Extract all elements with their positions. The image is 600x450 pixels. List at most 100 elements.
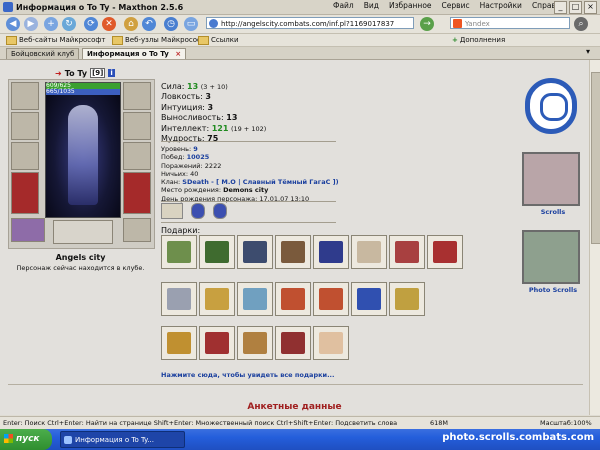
amulet-slot[interactable] <box>123 112 151 140</box>
home-icon[interactable]: ⌂ <box>124 17 138 31</box>
undo-icon[interactable]: ↶ <box>142 17 156 31</box>
cloak-slot[interactable] <box>123 172 151 214</box>
gift-item[interactable] <box>199 235 235 269</box>
favorites-item-ms-sites[interactable]: Веб-сайты Майкрософт <box>6 34 106 46</box>
close-button[interactable]: × <box>584 1 597 14</box>
stat-wisdom: Мудрость: 75 <box>161 134 266 144</box>
stat-value: 3 <box>205 92 211 102</box>
favorites-item-links[interactable]: Ссылки <box>198 34 239 46</box>
menu-settings[interactable]: Настройки <box>480 1 522 10</box>
vertical-scrollbar[interactable] <box>589 60 600 415</box>
info-icon[interactable]: i <box>108 69 115 77</box>
menu-bar: Файл Вид Избранное Сервис Настройки Спра… <box>333 1 565 10</box>
minimize-button[interactable]: _ <box>554 1 567 14</box>
gift-item[interactable] <box>161 326 197 360</box>
history-icon[interactable]: ◷ <box>164 17 178 31</box>
tab-menu-icon[interactable]: ▾ <box>586 47 590 56</box>
forward-icon[interactable]: ▶ <box>24 17 38 31</box>
gift-item[interactable] <box>237 235 273 269</box>
clan-badge-icon[interactable] <box>213 203 227 219</box>
tab-character-info[interactable]: Информация о To Ty × <box>82 48 187 59</box>
gift-item[interactable] <box>351 282 387 316</box>
gift-item[interactable] <box>275 282 311 316</box>
photo-scrolls-banner-icon[interactable] <box>522 230 580 284</box>
gift-icon <box>243 241 267 263</box>
gift-item[interactable] <box>199 282 235 316</box>
favorites-item-label: Ссылки <box>211 36 239 44</box>
menu-file[interactable]: Файл <box>333 1 354 10</box>
menu-favorites[interactable]: Избранное <box>389 1 432 10</box>
boots-slot[interactable] <box>123 218 151 242</box>
scrollbar-thumb[interactable] <box>591 72 600 244</box>
search-go-icon[interactable]: ⌕ <box>574 17 588 31</box>
detail-value: 40 <box>190 169 199 178</box>
armor-slot[interactable] <box>11 172 39 214</box>
details-block: Уровень: 9 Побед: 10025 Поражений: 2222 … <box>161 145 339 203</box>
tab-fight-club[interactable]: Бойцовский клуб <box>6 48 80 59</box>
gift-item[interactable] <box>237 282 273 316</box>
screen-icon[interactable]: ▭ <box>184 17 198 31</box>
gift-icon <box>281 332 305 354</box>
clan-link[interactable]: SDeath - [ М.О | Славный Тёмный ГагаС ]) <box>182 178 338 186</box>
favorites-item-ms-nodes[interactable]: Веб-узлы Майкрософт <box>112 34 207 46</box>
gift-item[interactable] <box>161 282 197 316</box>
gift-item[interactable] <box>237 326 273 360</box>
back-icon[interactable]: ◀ <box>6 17 20 31</box>
go-icon[interactable]: → <box>420 17 434 31</box>
gift-item[interactable] <box>313 326 349 360</box>
gloves-slot[interactable] <box>123 142 151 170</box>
detail-draws: Ничьих: 40 <box>161 170 339 178</box>
alignment-emblem[interactable] <box>525 78 577 134</box>
search-input[interactable]: Yandex <box>450 17 570 29</box>
stop-icon[interactable]: ✕ <box>102 17 116 31</box>
divider <box>161 201 336 202</box>
maximize-button[interactable]: □ <box>569 1 582 14</box>
gift-icon <box>319 288 343 310</box>
navigation-toolbar: ◀ ▶ + ↻ ⟳ ✕ ⌂ ↶ ◷ ▭ http://angelscity.co… <box>0 15 600 34</box>
gift-item[interactable] <box>351 235 387 269</box>
stat-label: Ловкость: <box>161 92 203 102</box>
new-tab-icon[interactable]: + <box>44 17 58 31</box>
address-bar[interactable]: http://angelscity.combats.com/inf.pl?116… <box>206 17 414 29</box>
gift-item[interactable] <box>313 282 349 316</box>
stat-value: 3 <box>207 102 214 112</box>
plus-icon: + <box>452 36 458 44</box>
scrolls-banner-icon[interactable] <box>522 152 580 206</box>
gift-icon <box>205 241 229 263</box>
refresh-icon[interactable]: ↻ <box>62 17 76 31</box>
yandex-icon <box>453 19 462 28</box>
weapon-slot[interactable] <box>11 142 39 170</box>
taskbar-window-button[interactable]: Информация о To Ty... <box>60 431 185 448</box>
menu-view[interactable]: Вид <box>364 1 379 10</box>
badge-icons <box>161 203 227 219</box>
scrolls-link[interactable]: Scrolls <box>520 208 586 216</box>
belt-slot[interactable] <box>11 218 45 242</box>
helmet-slot[interactable] <box>11 82 39 110</box>
close-tab-icon[interactable]: × <box>175 50 181 58</box>
gift-item[interactable] <box>389 235 425 269</box>
gift-item[interactable] <box>275 326 311 360</box>
zoom-level[interactable]: Масштаб:100% <box>540 417 592 429</box>
start-button[interactable]: пуск <box>0 429 52 450</box>
gift-item[interactable] <box>199 326 235 360</box>
photo-scrolls-link[interactable]: Photo Scrolls <box>520 286 586 294</box>
stat-label: Интеллект: <box>161 123 210 133</box>
location-status: Персонаж сейчас находится в клубе. <box>16 264 145 272</box>
scroll-badge-icon[interactable] <box>161 203 183 219</box>
equipment-panel: 609/625 665/1035 <box>8 79 155 249</box>
gift-item[interactable] <box>161 235 197 269</box>
menu-tools[interactable]: Сервис <box>442 1 470 10</box>
ring-slot[interactable] <box>11 112 39 140</box>
order-badge-icon[interactable] <box>191 203 205 219</box>
addons-button[interactable]: + Дополнения <box>452 34 505 46</box>
page-icon <box>209 19 218 28</box>
all-gifts-link[interactable]: Нажмите сюда, чтобы увидеть все подарки.… <box>161 371 334 379</box>
address-text: http://angelscity.combats.com/inf.pl?116… <box>221 20 395 28</box>
gift-icon <box>281 241 305 263</box>
gift-item[interactable] <box>389 282 425 316</box>
refresh-all-icon[interactable]: ⟳ <box>84 17 98 31</box>
gift-item[interactable] <box>427 235 463 269</box>
earring-slot[interactable] <box>123 82 151 110</box>
gift-item[interactable] <box>275 235 311 269</box>
gift-item[interactable] <box>313 235 349 269</box>
